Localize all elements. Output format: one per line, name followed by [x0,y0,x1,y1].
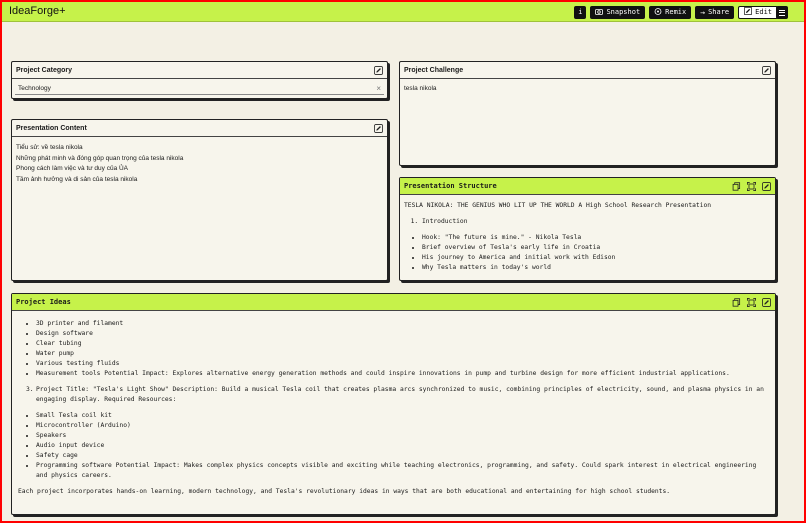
list-item: Various testing fluids [36,359,769,369]
content-line: Tiểu sử: về tesla nikola [16,144,83,151]
top-bar: IdeaForge+ i Snapshot Remix → Share Edit [2,2,804,22]
presentation-content-header: Presentation Content [12,120,387,137]
list-item: Speakers [36,431,769,441]
project-idea-3-text: Project Title: "Tesla's Light Show" Desc… [36,386,764,403]
edit-icon[interactable] [374,65,383,75]
project-challenge-header: Project Challenge [400,62,775,79]
expand-icon[interactable] [747,181,756,191]
project-idea-3: 3. Project Title: "Tesla's Light Show" D… [18,385,769,405]
list-item: Small Tesla coil kit [36,411,769,421]
project-ideas-header: Project Ideas [12,294,775,311]
arrow-right-icon: → [700,8,706,17]
resources-list-1: 3D printer and filament Design software … [18,319,769,379]
structure-heading: TESLA NIKOLA: THE GENIUS WHO LIT UP THE … [404,202,712,209]
project-ideas-card: Project Ideas 3D printer and filament De… [11,293,776,515]
content-line: Tầm ảnh hưởng và di sản của tesla nikola [16,175,138,183]
list-item: Hook: "The future is mine." - Nikola Tes… [422,233,771,243]
project-category-card: Project Category Technology × [11,61,388,99]
app-frame: IdeaForge+ i Snapshot Remix → Share Edit… [2,2,804,521]
info-button[interactable]: i [574,6,587,19]
list-item: Water pump [36,349,769,359]
project-challenge-card: Project Challenge tesla nikola [399,61,776,166]
category-value: Technology [18,84,51,92]
remix-button[interactable]: Remix [649,6,692,19]
presentation-content-card: Presentation Content Tiểu sử: về tesla n… [11,119,388,281]
copy-icon[interactable] [732,297,741,307]
edit-icon[interactable] [762,65,771,75]
remix-label: Remix [665,8,687,16]
toolbar: i Snapshot Remix → Share Edit [574,6,778,19]
pencil-icon [744,7,752,18]
project-ideas-closing: Each project incorporates hands-on learn… [18,488,671,495]
structure-section: Introduction [422,217,771,227]
category-select[interactable]: Technology × [15,82,384,95]
list-item: His journey to America and initial work … [422,253,771,263]
share-button[interactable]: → Share [695,6,735,19]
list-item: Clear tubing [36,339,769,349]
structure-bullets: Hook: "The future is mine." - Nikola Tes… [404,233,771,273]
list-item: Programming software Potential Impact: M… [36,461,769,481]
content-line: Những phát minh và đóng góp quan trọng c… [16,154,184,162]
project-challenge-text: tesla nikola [404,85,437,92]
item-number: 3. [26,386,34,393]
copy-icon[interactable] [732,181,741,191]
snapshot-label: Snapshot [606,8,641,16]
project-category-header: Project Category [12,62,387,79]
project-ideas-title: Project Ideas [16,298,71,306]
project-category-title: Project Category [16,66,73,74]
hamburger-menu-icon[interactable] [776,6,788,19]
resources-list-2: Small Tesla coil kit Microcontroller (Ar… [18,411,769,481]
presentation-structure-title: Presentation Structure [404,182,497,190]
structure-sections: Introduction [404,217,771,227]
presentation-content-text: Tiểu sử: về tesla nikola Những phát minh… [12,137,387,190]
presentation-structure-card: Presentation Structure TESLA NIKOLA: THE… [399,177,776,281]
content-line: Phong cách làm việc và tư duy của ỦA [16,165,129,172]
edit-icon[interactable] [374,123,383,133]
expand-icon[interactable] [747,297,756,307]
presentation-structure-text: TESLA NIKOLA: THE GENIUS WHO LIT UP THE … [400,195,775,278]
clear-icon[interactable]: × [376,84,381,93]
share-label: Share [708,8,730,16]
snapshot-button[interactable]: Snapshot [590,6,646,19]
remix-icon [654,6,662,19]
edit-button[interactable]: Edit [738,6,778,19]
list-item: Microcontroller (Arduino) [36,421,769,431]
list-item: Measurement tools Potential Impact: Expl… [36,369,769,379]
list-item: 3D printer and filament [36,319,769,329]
camera-icon [595,6,604,19]
info-label: i [578,8,583,16]
presentation-structure-header: Presentation Structure [400,178,775,195]
presentation-content-title: Presentation Content [16,124,87,132]
list-item: Brief overview of Tesla's early life in … [422,243,771,253]
list-item: Design software [36,329,769,339]
list-item: Audio input device [36,441,769,451]
edit-icon[interactable] [762,181,771,191]
list-item: Safety cage [36,451,769,461]
brand-logo[interactable]: IdeaForge+ [9,5,66,17]
edit-label: Edit [755,8,772,16]
project-ideas-text: 3D printer and filament Design software … [12,311,775,497]
list-item: Why Tesla matters in today's world [422,263,771,273]
edit-icon[interactable] [762,297,771,307]
project-challenge-title: Project Challenge [404,66,464,74]
